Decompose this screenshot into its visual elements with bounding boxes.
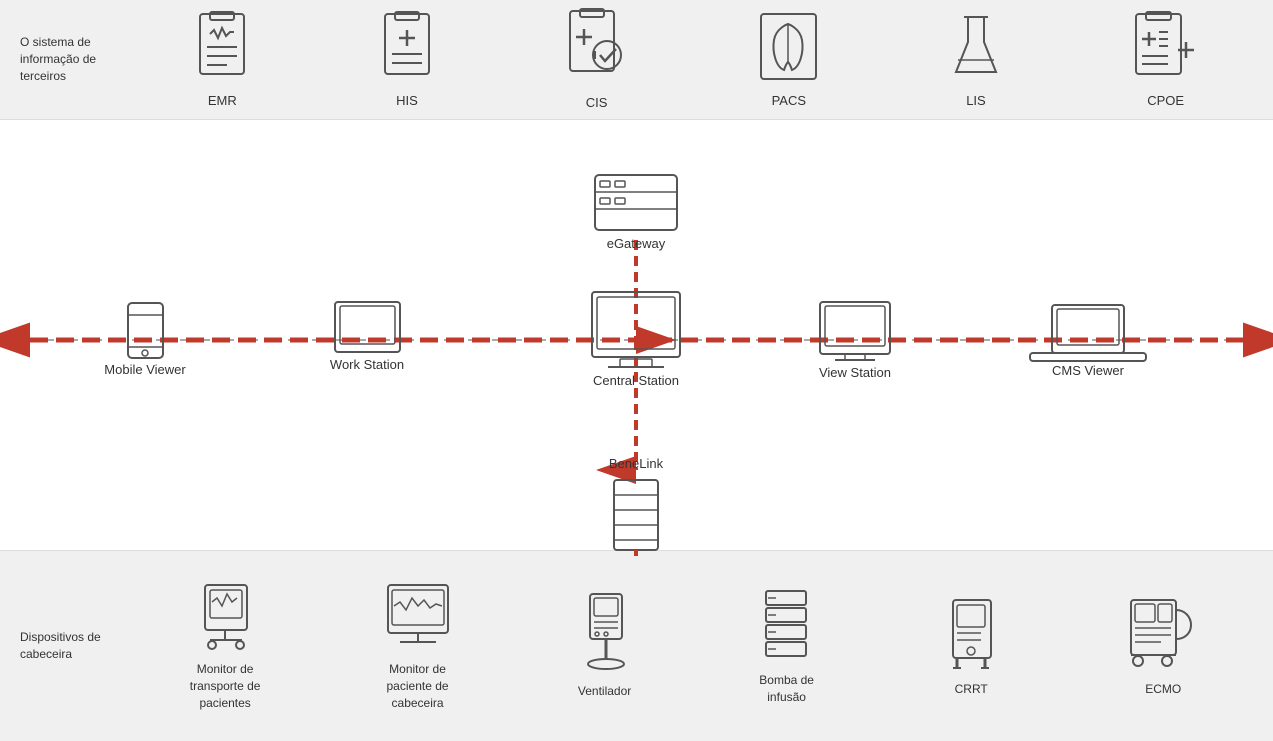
monitor-paciente-label: Monitor depaciente decabeceira xyxy=(387,661,449,711)
svg-text:Central Station: Central Station xyxy=(593,373,679,388)
emr-icon xyxy=(192,12,252,87)
middle-section: eGateway Mobile Viewer Work Station Cent… xyxy=(0,120,1273,550)
bottom-section: Dispositivos de cabeceira Monitor detran… xyxy=(0,550,1273,741)
top-item-emr: EMR xyxy=(192,12,252,108)
top-item-lis: LIS xyxy=(946,12,1006,108)
top-item-pacs: PACS xyxy=(756,12,821,108)
top-section: O sistema de informação de terceiros EMR xyxy=(0,0,1273,120)
his-label: HIS xyxy=(396,93,418,108)
top-section-label: O sistema de informação de terceiros xyxy=(10,34,130,84)
monitor-paciente-icon xyxy=(380,580,455,655)
top-item-cpoe: CPOE xyxy=(1131,12,1201,108)
top-item-cis: CIS xyxy=(562,9,632,110)
cis-label: CIS xyxy=(586,95,608,110)
svg-text:View Station: View Station xyxy=(819,365,891,380)
svg-text:BeneLink: BeneLink xyxy=(609,456,664,471)
crrt-label: CRRT xyxy=(955,681,988,698)
bomba-icon xyxy=(754,586,819,666)
cpoe-icon xyxy=(1131,12,1201,87)
bottom-item-bomba: Bomba deinfusão xyxy=(754,586,819,706)
svg-text:Mobile Viewer: Mobile Viewer xyxy=(104,362,186,377)
monitor-transporte-icon xyxy=(190,580,260,655)
ecmo-icon xyxy=(1123,595,1203,675)
bottom-item-ventilador: Ventilador xyxy=(575,592,635,700)
svg-text:eGateway: eGateway xyxy=(607,236,666,251)
pacs-icon xyxy=(756,12,821,87)
ventilador-icon xyxy=(575,592,635,677)
bottom-item-ecmo: ECMO xyxy=(1123,595,1203,698)
svg-text:CMS Viewer: CMS Viewer xyxy=(1052,363,1125,378)
ventilador-label: Ventilador xyxy=(578,683,631,700)
lis-label: LIS xyxy=(966,93,986,108)
network-diagram: eGateway Mobile Viewer Work Station Cent… xyxy=(0,120,1273,550)
monitor-transporte-label: Monitor detransporte depacientes xyxy=(190,661,261,711)
cis-icon xyxy=(562,9,632,89)
bomba-label: Bomba deinfusão xyxy=(759,672,814,706)
bottom-item-monitor-transporte: Monitor detransporte depacientes xyxy=(190,580,261,711)
lis-icon xyxy=(946,12,1006,87)
emr-label: EMR xyxy=(208,93,237,108)
top-items: EMR HIS CIS xyxy=(130,9,1263,110)
bottom-item-monitor-paciente: Monitor depaciente decabeceira xyxy=(380,580,455,711)
pacs-label: PACS xyxy=(772,93,806,108)
top-item-his: HIS xyxy=(377,12,437,108)
bottom-items: Monitor detransporte depacientes Monitor… xyxy=(130,580,1263,711)
bottom-section-label: Dispositivos de cabeceira xyxy=(10,629,130,663)
svg-text:Work Station: Work Station xyxy=(330,357,404,372)
bottom-item-crrt: CRRT xyxy=(939,595,1004,698)
his-icon xyxy=(377,12,437,87)
crrt-icon xyxy=(939,595,1004,675)
ecmo-label: ECMO xyxy=(1145,681,1181,698)
cpoe-label: CPOE xyxy=(1147,93,1184,108)
